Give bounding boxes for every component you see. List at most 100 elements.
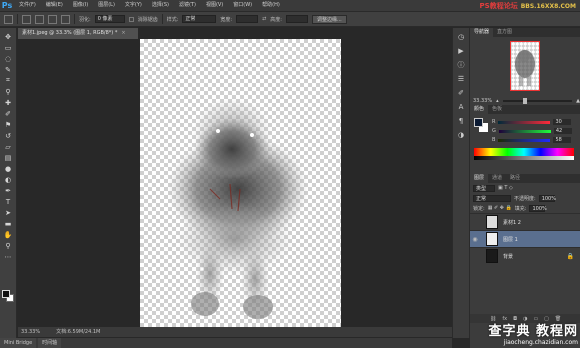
navigator-zoom-slider[interactable] [502,98,573,104]
clone-stamp-tool-icon[interactable]: ⚑ [4,120,13,129]
color-foreground[interactable] [474,118,483,127]
adjustments-icon[interactable]: ◑ [456,130,466,140]
watermark-small: jiaocheng.chazidian.com [503,339,578,346]
character-icon[interactable]: A [456,102,466,112]
slider-knob[interactable] [522,98,527,104]
new-selection-icon[interactable] [22,14,31,24]
brush-presets-icon[interactable]: ✐ [456,88,466,98]
more-tools-icon[interactable]: ⋯ [4,252,13,261]
quick-select-tool-icon[interactable]: ✎ [4,65,13,74]
marquee-tool-icon[interactable]: ▭ [4,43,13,52]
dodge-tool-icon[interactable]: ◐ [4,175,13,184]
tab-paths[interactable]: 路径 [506,174,524,183]
antialias-checkbox[interactable] [128,16,134,22]
eraser-tool-icon[interactable]: ▱ [4,142,13,151]
brush-tool-icon[interactable]: ✐ [4,109,13,118]
properties-icon[interactable]: ☰ [456,74,466,84]
layer-row[interactable]: 背景 🔒 [470,247,580,264]
blur-tool-icon[interactable]: ● [4,164,13,173]
doc-size-readout[interactable]: 文档:6.59M/24.1M [56,327,100,337]
watermark-top-text: PS教程论坛 [479,2,518,10]
move-tool-icon[interactable]: ✥ [4,32,13,41]
path-select-tool-icon[interactable]: ➤ [4,208,13,217]
menu-image[interactable]: 图像(I) [68,0,93,11]
lock-icons[interactable]: ▦ ✐ ✥ 🔒 [488,205,512,211]
healing-brush-tool-icon[interactable]: ✚ [4,98,13,107]
blue-slider[interactable] [498,138,551,142]
zoom-tool-icon[interactable]: ⚲ [4,241,13,250]
fill-label: 填充: [514,205,527,212]
lasso-tool-icon[interactable]: ◌ [4,54,13,63]
blend-mode-select[interactable]: 正常 [473,194,511,202]
menu-window[interactable]: 窗口(W) [228,0,257,11]
tab-timeline[interactable]: 时间轴 [38,338,62,348]
tab-mini-bridge[interactable]: Mini Bridge [0,338,37,348]
height-input[interactable] [285,15,308,23]
width-input[interactable] [236,15,259,23]
menu-filter[interactable]: 滤镜(T) [174,0,201,11]
marquee-tool-preset-icon[interactable] [4,14,13,24]
eyedropper-tool-icon[interactable]: ⚲ [4,87,13,96]
navigator-thumbnail[interactable] [510,41,540,91]
history-brush-tool-icon[interactable]: ↺ [4,131,13,140]
actions-icon[interactable]: ▶ [456,46,466,56]
paragraph-icon[interactable]: ¶ [456,116,466,126]
zoom-readout[interactable]: 33.33% [21,327,40,337]
menu-file[interactable]: 文件(F) [14,0,41,11]
filter-icons[interactable]: ▣ T ◇ [498,185,513,191]
subtract-selection-icon[interactable] [48,14,57,24]
tab-swatches[interactable]: 色板 [488,105,506,114]
menu-type[interactable]: 文字(Y) [120,0,147,11]
opacity-label: 不透明度: [514,195,536,202]
layer-filter-row: 类型 ▣ T ◇ [470,183,580,193]
layer-kind-filter[interactable]: 类型 [473,184,495,192]
zoom-out-icon[interactable]: ▴ [496,97,499,105]
menu-layer[interactable]: 图层(L) [93,0,120,11]
gradient-tool-icon[interactable]: ▤ [4,153,13,162]
color-spectrum[interactable] [474,148,574,160]
refine-edge-button[interactable]: 调整边缘... [311,14,347,24]
tab-histogram[interactable]: 直方图 [493,28,516,37]
tab-layers[interactable]: 图层 [470,174,489,183]
layer-thumbnail [486,232,498,246]
panel-dock: ◷ ▶ ⓘ ☰ ✐ A ¶ ◑ [452,28,470,338]
history-icon[interactable]: ◷ [456,32,466,42]
pen-tool-icon[interactable]: ✒ [4,186,13,195]
layer-row[interactable]: ◉ 图层 1 [470,230,580,247]
tab-channels[interactable]: 通道 [488,174,506,183]
tab-navigator[interactable]: 导航器 [470,28,494,37]
swap-icon[interactable]: ⇄ [262,16,266,22]
menu-help[interactable]: 帮助(H) [257,0,285,11]
green-value[interactable]: 42 [553,128,572,134]
canvas-area[interactable] [18,39,452,327]
shape-tool-icon[interactable]: ▬ [4,219,13,228]
red-slider[interactable] [498,120,551,124]
close-tab-icon[interactable]: × [121,30,125,36]
crop-tool-icon[interactable]: ⌗ [4,76,13,85]
type-tool-icon[interactable]: T [4,197,13,206]
separator [17,14,18,24]
intersect-selection-icon[interactable] [61,14,70,24]
red-value[interactable]: 30 [553,119,572,125]
info-icon[interactable]: ⓘ [456,60,466,70]
hand-tool-icon[interactable]: ✋ [4,230,13,239]
style-select[interactable]: 正常 [182,15,217,23]
menu-edit[interactable]: 编辑(E) [41,0,68,11]
fill-input[interactable]: 100% [529,204,547,212]
foreground-color-swatch[interactable] [2,290,10,298]
menu-select[interactable]: 选择(S) [147,0,174,11]
menu-view[interactable]: 视图(V) [201,0,228,11]
tab-color[interactable]: 颜色 [470,105,489,114]
eye-icon[interactable]: ◉ [470,236,480,243]
zoom-in-icon[interactable]: ▲ [576,97,580,105]
opacity-input[interactable]: 100% [538,194,556,202]
green-slider[interactable] [498,129,551,133]
navigator-zoom-value[interactable]: 33.33% [473,97,492,105]
green-label: G [492,128,496,134]
layer-row[interactable]: 素材1 2 [470,213,580,230]
blue-value[interactable]: 58 [553,137,572,143]
add-selection-icon[interactable] [35,14,44,24]
feather-input[interactable]: 0 像素 [94,15,125,23]
document-tab[interactable]: 素材1.jpeg @ 33.3% (图层 1, RGB/8*) * × [18,28,138,39]
document-canvas[interactable] [140,39,341,327]
